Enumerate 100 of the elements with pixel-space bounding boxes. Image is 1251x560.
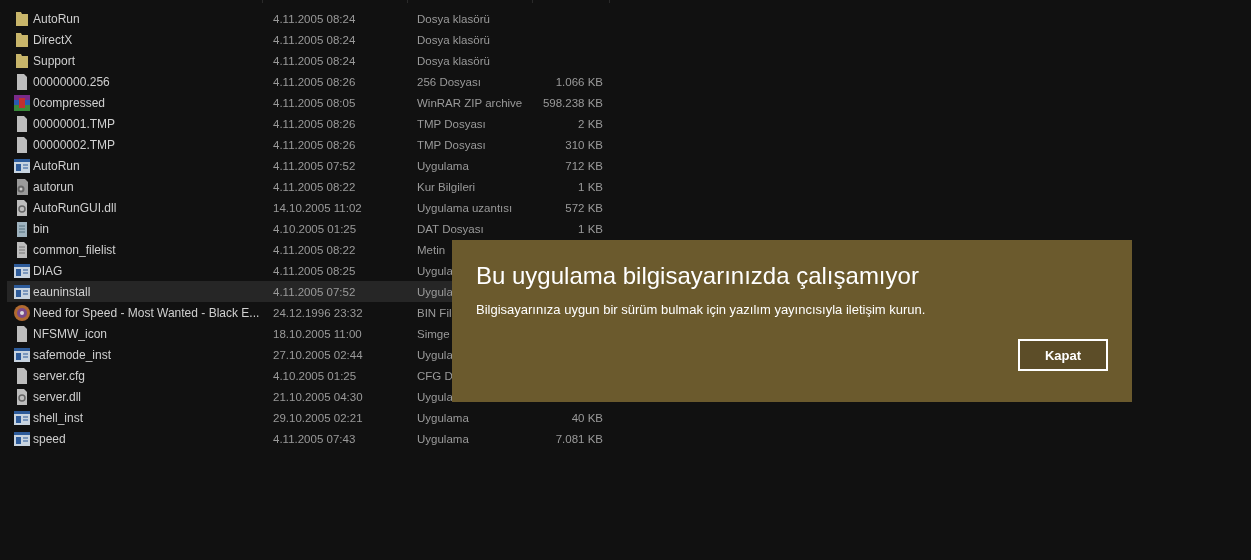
file-name: 00000000.256 bbox=[33, 74, 111, 89]
file-date: 27.10.2005 02:44 bbox=[273, 348, 364, 361]
file-row[interactable]: 0compressed 4.11.2005 08:05 WinRAR ZIP archive 598.238 KB bbox=[7, 92, 605, 113]
dialog-message: Bilgisayarınıza uygun bir sürüm bulmak için yazılım yayıncısıyla iletişim kurun. bbox=[476, 302, 927, 317]
file-icon bbox=[15, 73, 28, 90]
file-date: 24.12.1996 23:32 bbox=[273, 306, 364, 319]
file-name: speed bbox=[33, 431, 67, 446]
folder-icon bbox=[14, 10, 29, 27]
file-name: server.cfg bbox=[33, 368, 87, 383]
file-date: 4.11.2005 08:24 bbox=[273, 12, 357, 25]
file-row[interactable]: autorun 4.11.2005 08:22 Kur Bilgileri 1 KB bbox=[7, 176, 605, 197]
file-type: Uygula bbox=[417, 285, 453, 298]
app-window-icon bbox=[13, 347, 30, 362]
file-type: Uygulama bbox=[417, 432, 470, 445]
file-type: BIN Fil bbox=[417, 306, 452, 319]
app-window-icon bbox=[13, 410, 30, 425]
gear-file-icon bbox=[15, 388, 28, 405]
file-name: server.dll bbox=[33, 389, 83, 404]
file-name: bin bbox=[33, 221, 50, 236]
archive-icon bbox=[13, 94, 30, 111]
file-type: Simge bbox=[417, 327, 450, 340]
file-name: DirectX bbox=[33, 32, 74, 47]
app-window-icon bbox=[13, 263, 30, 278]
file-row[interactable]: bin 4.10.2005 01:25 DAT Dosyası 1 KB bbox=[7, 218, 605, 239]
file-name: safemode_inst bbox=[33, 347, 113, 362]
file-date: 4.11.2005 07:52 bbox=[273, 285, 357, 298]
file-size: 712 KB bbox=[564, 159, 603, 172]
file-name: Support bbox=[33, 53, 77, 68]
file-date: 4.10.2005 01:25 bbox=[273, 369, 358, 382]
file-date: 4.11.2005 08:22 bbox=[273, 180, 357, 193]
file-type: CFG D bbox=[417, 369, 453, 382]
disc-icon bbox=[13, 304, 30, 321]
file-name: NFSMW_icon bbox=[33, 326, 108, 341]
file-type: Uygula bbox=[417, 348, 453, 361]
file-row[interactable]: NFSMW_icon 18.10.2005 11:00 Simge bbox=[7, 323, 605, 344]
file-date: 4.11.2005 07:43 bbox=[273, 432, 357, 445]
file-icon bbox=[15, 115, 28, 132]
file-size: 2 KB bbox=[577, 117, 603, 130]
file-type: DAT Dosyası bbox=[417, 222, 485, 235]
file-name: eauninstall bbox=[33, 284, 92, 299]
file-row[interactable]: server.cfg 4.10.2005 01:25 CFG D bbox=[7, 365, 605, 386]
file-date: 14.10.2005 11:02 bbox=[273, 201, 363, 214]
file-row[interactable]: speed 4.11.2005 07:43 Uygulama 7.081 KB bbox=[7, 428, 605, 449]
file-type: TMP Dosyası bbox=[417, 117, 487, 130]
file-row[interactable]: shell_inst 29.10.2005 02:21 Uygulama 40 KB bbox=[7, 407, 605, 428]
file-name: DIAG bbox=[33, 263, 64, 278]
file-row[interactable]: safemode_inst 27.10.2005 02:44 Uygula bbox=[7, 344, 605, 365]
file-row[interactable]: AutoRun 4.11.2005 08:24 Dosya klasörü bbox=[7, 8, 605, 29]
file-type: Dosya klasörü bbox=[417, 33, 490, 46]
file-date: 29.10.2005 02:21 bbox=[273, 411, 364, 424]
file-size: 598.238 KB bbox=[541, 96, 603, 109]
file-row[interactable]: Support 4.11.2005 08:24 Dosya klasörü bbox=[7, 50, 605, 71]
file-row[interactable]: 00000001.TMP 4.11.2005 08:26 TMP Dosyası 2 KB bbox=[7, 113, 605, 134]
file-name: shell_inst bbox=[33, 410, 85, 425]
file-date: 4.11.2005 08:25 bbox=[273, 264, 357, 277]
file-date: 4.11.2005 08:26 bbox=[273, 138, 357, 151]
file-date: 4.11.2005 08:26 bbox=[273, 117, 357, 130]
file-icon bbox=[15, 367, 28, 384]
settings-file-icon bbox=[14, 178, 29, 195]
file-name: Need for Speed - Most Wanted - Black E... bbox=[33, 305, 261, 320]
file-date: 4.11.2005 08:22 bbox=[273, 243, 357, 256]
file-icon bbox=[15, 325, 28, 342]
file-type: Uygulama bbox=[417, 411, 470, 424]
app-window-icon bbox=[13, 431, 30, 446]
file-type: 256 Dosyası bbox=[417, 75, 482, 88]
file-name: AutoRunGUI.dll bbox=[33, 200, 118, 215]
file-row[interactable]: common_filelist 4.11.2005 08:22 Metin bbox=[7, 239, 605, 260]
close-button[interactable]: Kapat bbox=[1018, 339, 1108, 371]
file-row[interactable]: AutoRun 4.11.2005 07:52 Uygulama 712 KB bbox=[7, 155, 605, 176]
file-name: 0compressed bbox=[33, 95, 107, 110]
file-row[interactable]: DirectX 4.11.2005 08:24 Dosya klasörü bbox=[7, 29, 605, 50]
file-row[interactable]: 00000000.256 4.11.2005 08:26 256 Dosyası 1.066 KB bbox=[7, 71, 605, 92]
file-name: autorun bbox=[33, 179, 75, 194]
file-date: 4.11.2005 08:26 bbox=[273, 75, 357, 88]
file-type: TMP Dosyası bbox=[417, 138, 487, 151]
file-date: 4.11.2005 08:24 bbox=[273, 33, 357, 46]
file-row[interactable]: server.dll 21.10.2005 04:30 Uygula bbox=[7, 386, 605, 407]
file-date: 18.10.2005 11:00 bbox=[273, 327, 363, 340]
file-date: 4.11.2005 07:52 bbox=[273, 159, 357, 172]
file-size: 1.066 KB bbox=[554, 75, 603, 88]
file-type: Dosya klasörü bbox=[417, 54, 490, 67]
file-type: Uygula bbox=[417, 264, 453, 277]
file-icon bbox=[15, 136, 28, 153]
text-file-icon bbox=[15, 241, 28, 258]
file-name: AutoRun bbox=[33, 158, 81, 173]
file-name: 00000001.TMP bbox=[33, 116, 117, 131]
file-size: 572 KB bbox=[564, 201, 603, 214]
file-size: 1 KB bbox=[577, 180, 603, 193]
file-row[interactable]: 00000002.TMP 4.11.2005 08:26 TMP Dosyası 310 KB bbox=[7, 134, 605, 155]
file-date: 4.10.2005 01:25 bbox=[273, 222, 358, 235]
file-type: Dosya klasörü bbox=[417, 12, 490, 25]
notepad-icon bbox=[15, 220, 28, 237]
file-type: Kur Bilgileri bbox=[417, 180, 477, 193]
file-date: 4.11.2005 08:24 bbox=[273, 54, 357, 67]
file-name: common_filelist bbox=[33, 242, 117, 257]
file-type: Uygula bbox=[417, 390, 453, 403]
file-size: 7.081 KB bbox=[554, 432, 603, 445]
file-type: WinRAR ZIP archive bbox=[417, 96, 524, 109]
file-row[interactable]: AutoRunGUI.dll 14.10.2005 11:02 Uygulama uzantısı 572 KB bbox=[7, 197, 605, 218]
file-type: Metin bbox=[417, 243, 446, 256]
